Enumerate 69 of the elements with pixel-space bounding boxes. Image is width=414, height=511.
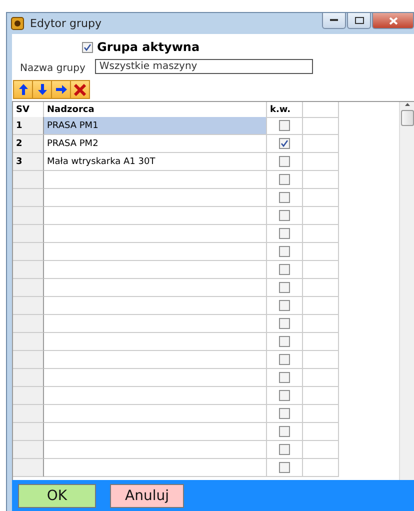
name-cell[interactable] xyxy=(44,441,267,459)
name-cell[interactable]: PRASA PM1 xyxy=(44,117,267,135)
down-button[interactable] xyxy=(32,80,52,99)
name-cell[interactable] xyxy=(44,297,267,315)
kw-checkbox[interactable] xyxy=(279,210,290,221)
scroll-thumb[interactable] xyxy=(400,110,414,126)
kw-checkbox[interactable] xyxy=(279,246,290,257)
name-cell[interactable] xyxy=(44,315,267,333)
kw-checkbox[interactable] xyxy=(279,354,290,365)
right-arrow-icon xyxy=(56,85,66,94)
kw-checkbox[interactable] xyxy=(279,462,290,473)
name-cell[interactable] xyxy=(44,333,267,351)
name-cell[interactable]: Mała wtryskarka A1 30T xyxy=(44,153,267,171)
maximize-icon xyxy=(354,17,364,24)
maximize-button[interactable] xyxy=(347,13,371,29)
up-arrow-icon xyxy=(18,84,28,95)
name-cell[interactable] xyxy=(44,279,267,297)
delete-icon xyxy=(74,84,86,96)
row-number: 2 xyxy=(13,135,44,153)
kw-checkbox[interactable] xyxy=(279,156,290,167)
close-icon xyxy=(388,16,398,24)
group-name-field[interactable]: Wszystkie maszyny xyxy=(95,59,314,74)
right-button[interactable] xyxy=(51,80,71,99)
kw-checkbox[interactable] xyxy=(279,336,290,347)
column-header: k.w. xyxy=(267,102,303,118)
active-checkbox[interactable] xyxy=(82,42,93,52)
kw-checkbox[interactable] xyxy=(279,228,290,239)
row-number: 1 xyxy=(13,117,44,135)
name-cell[interactable] xyxy=(44,243,267,261)
close-button[interactable] xyxy=(372,13,414,29)
up-button[interactable] xyxy=(13,80,33,99)
kw-checkbox[interactable] xyxy=(279,120,290,131)
down-arrow-icon xyxy=(38,84,46,95)
row-number: 3 xyxy=(13,153,44,171)
scrollbar[interactable] xyxy=(399,102,414,480)
name-cell[interactable] xyxy=(44,423,267,441)
name-cell[interactable] xyxy=(44,171,267,189)
app-icon xyxy=(11,17,24,30)
name-cell[interactable] xyxy=(44,207,267,225)
name-cell[interactable] xyxy=(44,351,267,369)
name-cell[interactable] xyxy=(44,261,267,279)
delete-button[interactable] xyxy=(70,80,90,99)
name-cell[interactable] xyxy=(44,369,267,387)
kw-checkbox[interactable] xyxy=(279,192,290,203)
minimize-icon xyxy=(330,19,338,22)
kw-checkbox[interactable] xyxy=(279,318,290,329)
kw-checkbox[interactable] xyxy=(279,282,290,293)
active-label: Grupa aktywna xyxy=(97,40,200,54)
kw-checkbox[interactable] xyxy=(279,390,290,401)
kw-checkbox[interactable] xyxy=(279,264,290,275)
minimize-button[interactable] xyxy=(322,13,346,29)
scroll-up-icon xyxy=(404,102,410,108)
name-cell[interactable]: PRASA PM2 xyxy=(44,135,267,153)
kw-checkbox[interactable] xyxy=(279,138,290,149)
kw-checkbox[interactable] xyxy=(279,300,290,311)
name-cell[interactable] xyxy=(44,189,267,207)
kw-checkbox[interactable] xyxy=(279,372,290,383)
name-cell[interactable] xyxy=(44,459,267,477)
name-cell[interactable] xyxy=(44,387,267,405)
kw-checkbox[interactable] xyxy=(279,408,290,419)
window-title: Edytor grupy xyxy=(30,17,102,30)
name-cell[interactable] xyxy=(44,225,267,243)
name-cell[interactable] xyxy=(44,405,267,423)
cancel-button[interactable]: Anuluj xyxy=(110,484,184,508)
group-name-label: Nazwa grupy xyxy=(20,63,86,74)
kw-checkbox[interactable] xyxy=(279,426,290,437)
kw-checkbox[interactable] xyxy=(279,174,290,185)
ok-button[interactable]: OK xyxy=(18,484,96,508)
kw-checkbox[interactable] xyxy=(279,444,290,455)
